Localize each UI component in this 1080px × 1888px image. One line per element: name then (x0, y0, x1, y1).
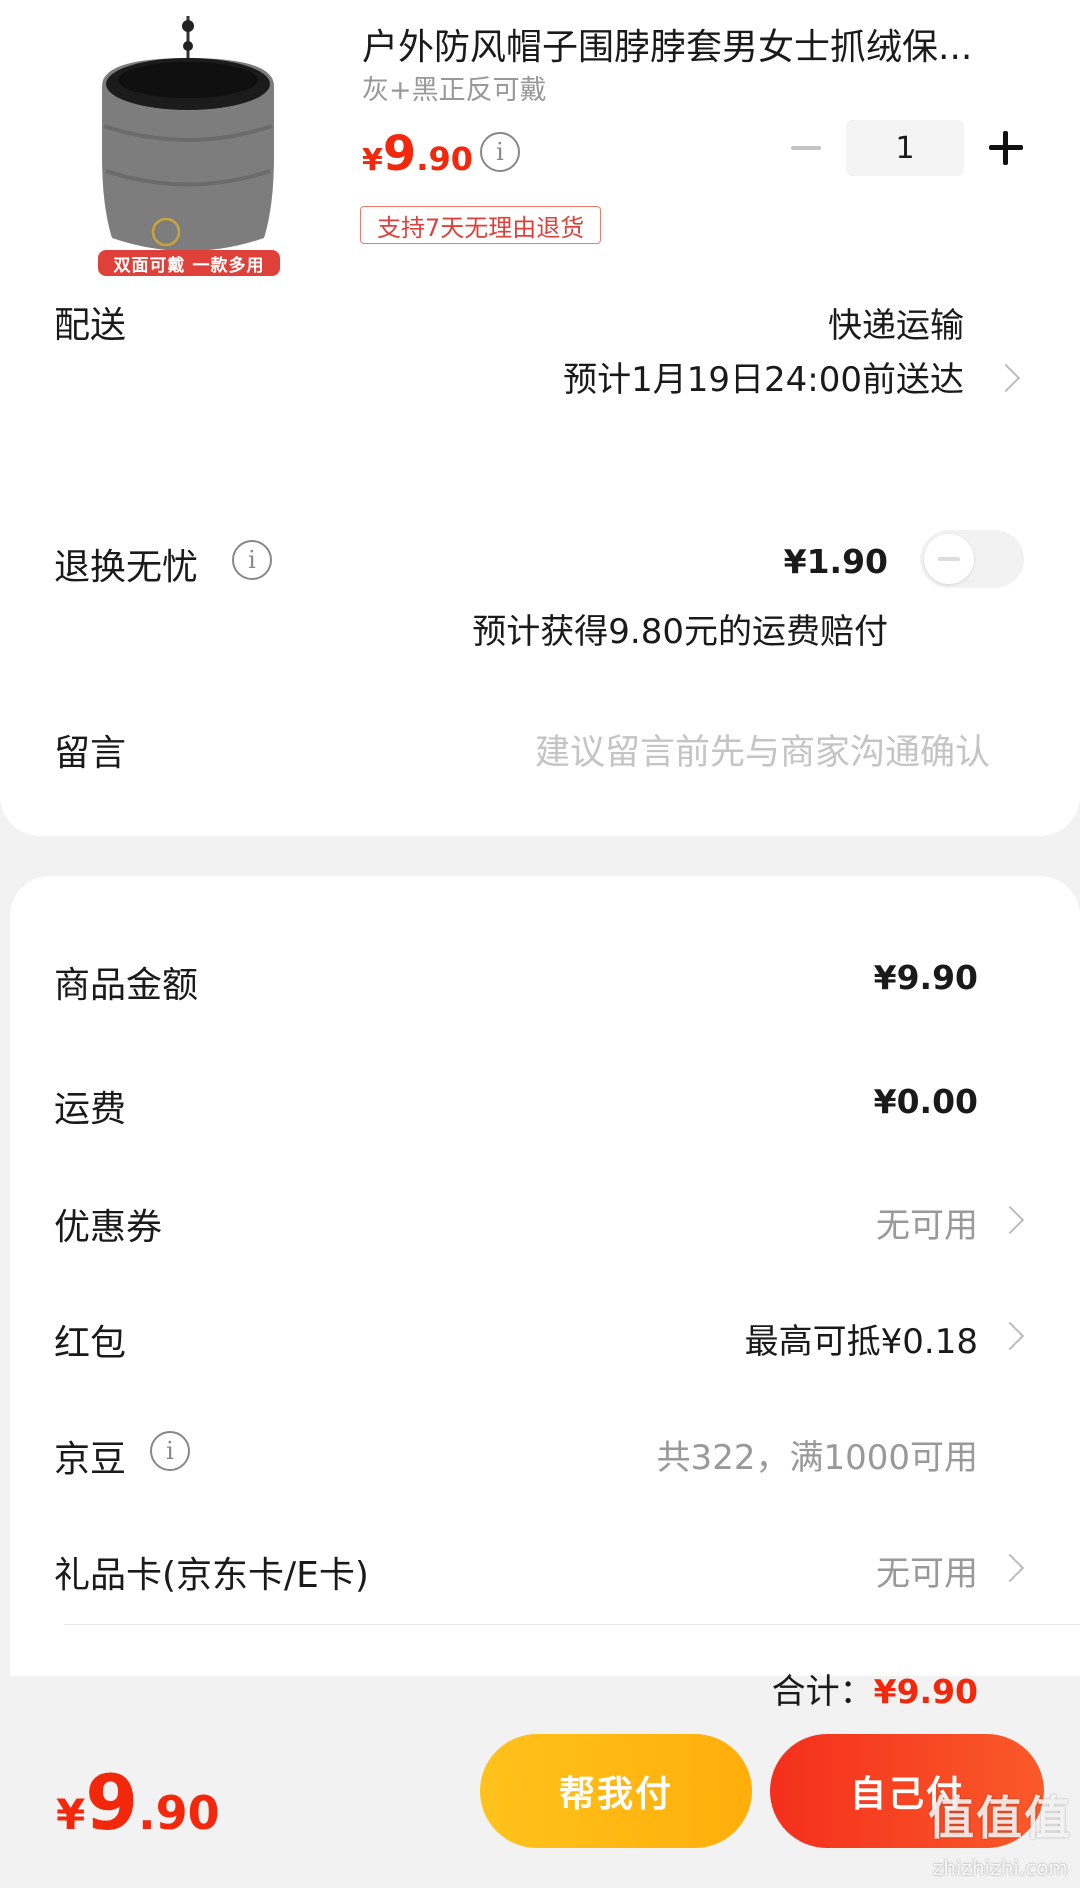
gift-card-value[interactable]: 无可用 (876, 1546, 978, 1595)
product-image-badge: 双面可戴 一款多用 (98, 250, 280, 276)
quantity-decrease-button[interactable] (788, 128, 824, 168)
watermark-logo: 值值值 (928, 1791, 1072, 1845)
order-total-value: ¥9.90 (873, 1672, 978, 1711)
red-packet-value[interactable]: 最高可抵¥0.18 (745, 1314, 978, 1363)
summary-divider (64, 1624, 1080, 1625)
jd-beans-label: 京豆 (54, 1439, 127, 1480)
watermark-site: zhizhizhi.com (932, 1856, 1068, 1880)
toggle-knob (924, 534, 974, 584)
coupon-value[interactable]: 无可用 (876, 1198, 978, 1247)
return-insurance-toggle[interactable] (920, 530, 1024, 588)
delivery-method[interactable]: 快递运输 (828, 298, 964, 347)
checkout-price-integer: 9 (85, 1758, 139, 1847)
goods-amount-value: ¥9.90 (873, 958, 978, 997)
checkout-price-decimal: .90 (138, 1786, 220, 1840)
red-packet-label: 红包 (54, 1323, 127, 1364)
delivery-label: 配送 (54, 305, 127, 346)
return-insurance-desc: 预计获得9.80元的运费赔付 (472, 612, 888, 652)
product-price-decimal: .90 (416, 140, 473, 178)
order-total: 合计： ¥9.90 (772, 1664, 978, 1713)
goods-amount-label: 商品金额 (54, 965, 199, 1006)
jd-beans-info-icon[interactable]: i (150, 1431, 190, 1471)
shipping-fee-label: 运费 (54, 1089, 127, 1130)
minus-icon (791, 146, 821, 150)
delivery-eta: 预计1月19日24:00前送达 (563, 360, 964, 400)
shipping-fee-value: ¥0.00 (873, 1082, 978, 1121)
product-image[interactable] (88, 6, 288, 282)
return-insurance-label: 退换无忧 (54, 547, 199, 588)
gift-card-label: 礼品卡(京东卡/E卡) (54, 1555, 369, 1596)
checkout-price-currency: ¥ (56, 1790, 86, 1839)
quantity-input[interactable]: 1 (846, 120, 964, 176)
help-me-pay-button[interactable]: 帮我付 (480, 1734, 752, 1848)
quantity-increase-button[interactable] (986, 128, 1026, 168)
coupon-label: 优惠券 (54, 1207, 163, 1248)
product-price: ¥ 9 .90 (362, 126, 473, 182)
message-input[interactable]: 建议留言前先与商家沟通确认 (535, 724, 990, 775)
return-insurance-info-icon[interactable]: i (232, 540, 272, 580)
order-total-label: 合计： (771, 1672, 874, 1712)
product-price-currency: ¥ (362, 143, 383, 178)
return-insurance-price: ¥1.90 (783, 542, 888, 581)
product-spec[interactable]: 灰+黑正反可戴 (362, 68, 547, 107)
jd-beans-value: 共322，满1000可用 (656, 1438, 978, 1478)
checkout-price: ¥ 9 .90 (56, 1758, 220, 1847)
message-label: 留言 (54, 733, 127, 774)
product-price-integer: 9 (382, 126, 417, 182)
product-title[interactable]: 户外防风帽子围脖脖套男女士抓绒保... (362, 18, 1022, 70)
checkout-bar: ¥ 9 .90 帮我付 自己付 (0, 1730, 1080, 1888)
return-policy-tag: 支持7天无理由退货 (360, 206, 602, 244)
price-info-icon[interactable]: i (480, 132, 520, 172)
